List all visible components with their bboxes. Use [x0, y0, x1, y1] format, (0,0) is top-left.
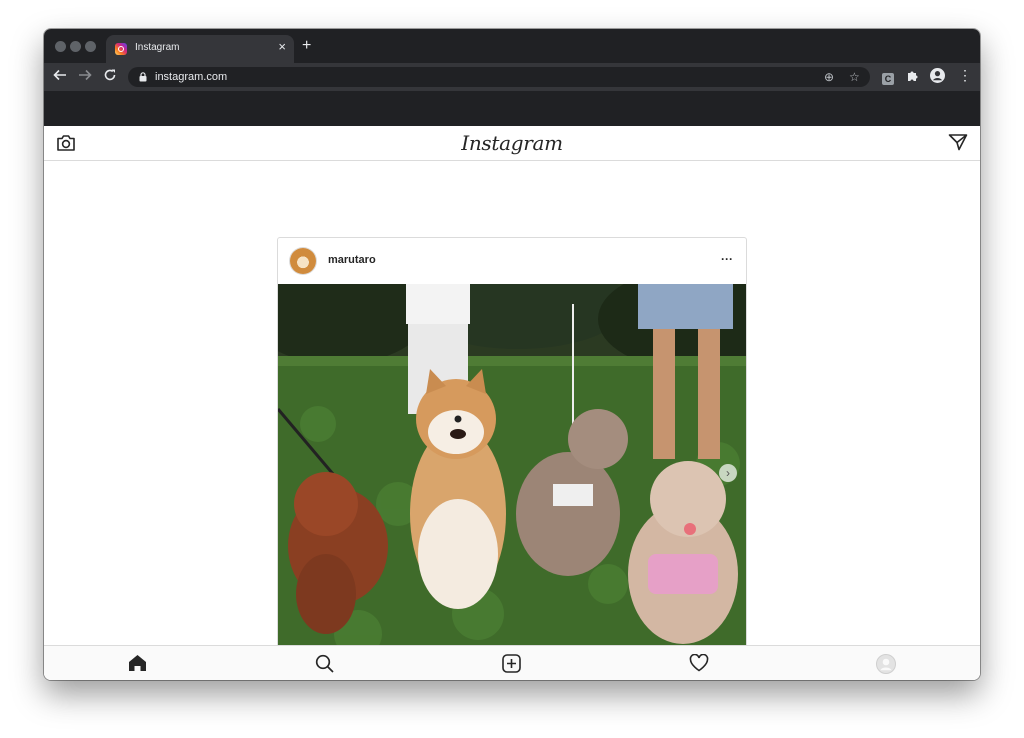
post-header: marutaro ··· [278, 238, 746, 284]
minimize-window-button[interactable] [70, 41, 81, 52]
post-photo[interactable] [278, 284, 746, 659]
reload-button[interactable] [103, 68, 117, 85]
search-icon[interactable] [315, 654, 334, 678]
bookmarks-bar [44, 91, 980, 126]
avatar[interactable] [290, 248, 316, 274]
tab-strip: Instagram × + [44, 29, 980, 63]
new-tab-button[interactable]: + [302, 38, 311, 54]
activity-heart-icon[interactable] [689, 653, 709, 677]
tab-instagram[interactable]: Instagram × [106, 35, 294, 63]
browser-menu-icon[interactable]: ⋮ [958, 67, 972, 83]
lock-icon [139, 72, 147, 82]
reload-icon [104, 69, 116, 81]
forward-arrow-icon [79, 69, 92, 81]
carousel-next-button[interactable]: › [719, 464, 737, 482]
profile-account-icon[interactable] [930, 68, 945, 88]
ig-top-bar: Instagram [44, 126, 980, 161]
extension-c-icon[interactable]: C [882, 69, 894, 87]
tab-title: Instagram [135, 42, 180, 53]
url-text: instagram.com [155, 71, 228, 83]
address-bar[interactable]: instagram.com ⊕ ☆ [128, 67, 870, 87]
profile-icon[interactable] [876, 654, 896, 679]
more-options-icon[interactable]: ··· [721, 252, 733, 266]
zoom-window-button[interactable] [85, 41, 96, 52]
bookmark-star-icon[interactable]: ☆ [849, 70, 860, 84]
feed: marutaro ··· › [44, 161, 980, 659]
instagram-logo[interactable]: Instagram [44, 131, 980, 155]
new-post-icon[interactable] [502, 654, 521, 678]
instagram-favicon-icon [115, 43, 127, 55]
instagram-page: Instagram marutaro ··· › [44, 126, 980, 680]
browser-toolbar: instagram.com ⊕ ☆ C ⋮ [44, 63, 980, 91]
back-button[interactable] [53, 68, 67, 85]
add-icon[interactable]: ⊕ [824, 70, 834, 84]
post-username[interactable]: marutaro [328, 254, 376, 266]
forward-button[interactable] [78, 68, 92, 85]
browser-window: Instagram × + instagram.com ⊕ ☆ C ⋮ Inst… [44, 29, 980, 680]
extensions-puzzle-icon[interactable] [906, 69, 919, 87]
direct-message-icon[interactable] [948, 133, 968, 156]
home-icon[interactable] [128, 654, 147, 677]
post-card: marutaro ··· › [277, 237, 747, 659]
bottom-tab-bar [44, 645, 980, 680]
tab-close-icon[interactable]: × [278, 40, 286, 54]
back-arrow-icon [53, 69, 66, 81]
close-window-button[interactable] [55, 41, 66, 52]
